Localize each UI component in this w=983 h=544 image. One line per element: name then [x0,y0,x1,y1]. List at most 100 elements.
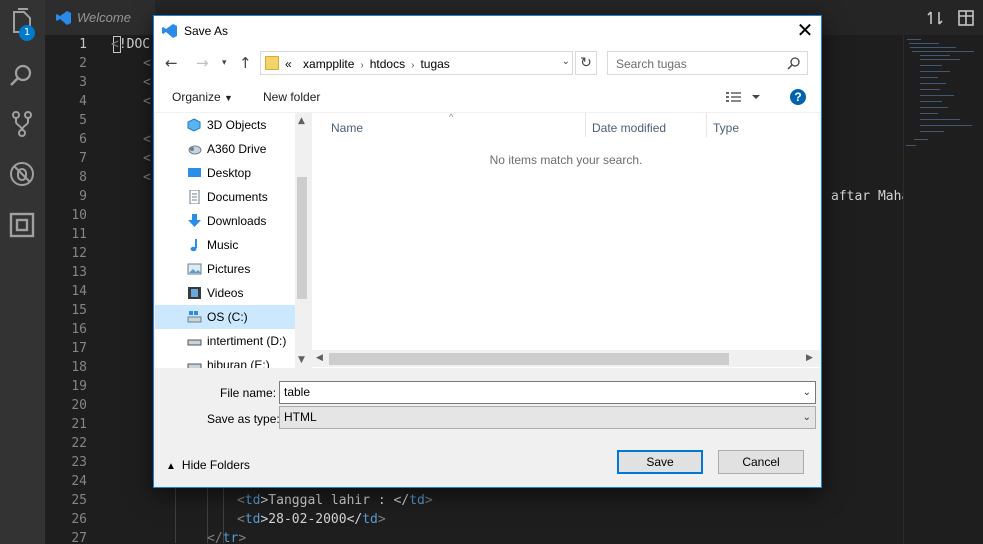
refresh-button[interactable]: ↻ [575,51,597,75]
line-number: 8 [79,170,87,185]
debug-icon[interactable] [8,160,36,188]
code-line-26: <td>28-02-2000</td> [237,512,386,527]
new-folder-button[interactable]: New folder [263,90,320,104]
breadcrumb-xampplite[interactable]: xampplite [303,57,354,71]
navigation-bar: ← → ▾ ↑ « xampplite › htdocs › tugas ⌄ ↻ Sea… [154,46,821,80]
code-line-8: < [143,170,151,185]
folder-icon [265,56,279,70]
code-line-6: < [143,132,151,147]
line-number: 20 [71,398,87,413]
nav-item-3d-objects[interactable]: 3D Objects [155,113,295,137]
save-as-type-select[interactable]: HTML ⌄ [279,406,816,429]
back-arrow-icon[interactable]: ← [165,54,178,72]
line-number: 25 [71,493,87,508]
recent-locations-chevron-icon[interactable]: ▾ [222,58,227,68]
line-number: 19 [71,379,87,394]
nav-pane-scroll-thumb[interactable] [297,177,307,299]
tab-label: Welcome [77,10,131,25]
music-icon [190,239,197,252]
code-line-2: < [143,56,151,71]
column-separator[interactable] [706,113,707,137]
column-header-type[interactable]: Type [713,121,739,135]
pictures-icon [187,263,202,275]
tab-welcome[interactable]: Welcome [45,0,155,35]
search-input[interactable]: Search tugas [607,51,808,75]
help-icon[interactable]: ? [790,89,806,105]
save-type-dropdown-chevron-icon[interactable]: ⌄ [803,407,811,428]
nav-item-desktop[interactable]: Desktop [155,161,295,185]
nav-item-a360-drive[interactable]: A360 Drive [155,137,295,161]
hide-folders-toggle[interactable]: ▲ Hide Folders [166,458,250,472]
minimap[interactable] [903,35,983,544]
nav-item-pictures[interactable]: Pictures [155,257,295,281]
nav-item-videos[interactable]: Videos [155,281,295,305]
code-line-27: </tr> [207,531,247,544]
save-as-dialog: Save As ✕ ← → ▾ ↑ « xampplite › htdocs › tug… [153,15,822,488]
line-number-gutter: 1 2 3 4 5 6 7 8 9 10 11 12 13 14 15 16 17 18 19 20 21 22 23 24 2… [45,35,105,544]
editor-actions[interactable] [927,9,975,27]
cancel-button[interactable]: Cancel [718,450,804,474]
nav-item-downloads[interactable]: Downloads [155,209,295,233]
scroll-left-chevron-icon[interactable]: ◀ [316,353,323,363]
line-number: 3 [79,75,87,90]
breadcrumb-htdocs[interactable]: htdocs [370,57,405,71]
source-control-icon[interactable] [8,110,36,138]
line-number: 17 [71,341,87,356]
nav-item-intertiment-d[interactable]: intertiment (D:) [155,329,295,353]
line-number: 15 [71,303,87,318]
line-number: 18 [71,360,87,375]
line-number: 14 [71,284,87,299]
vscode-logo-icon [56,11,71,25]
scroll-up-chevron-icon[interactable]: ▲ [298,116,305,126]
column-header-name[interactable]: Name [331,121,363,135]
dialog-title: Save As [184,24,229,38]
nav-pane-scrollbar[interactable]: ▲ ▼ [295,113,309,368]
dialog-titlebar[interactable]: Save As ✕ [154,16,821,46]
line-number: 26 [71,512,87,527]
horizontal-scroll-thumb[interactable] [329,353,729,365]
file-name-field[interactable]: table ⌄ [279,381,816,404]
line-number: 24 [71,474,87,489]
up-arrow-icon[interactable]: ↑ [239,54,252,72]
line-number: 13 [71,265,87,280]
view-options-icon[interactable] [726,91,766,103]
scroll-down-chevron-icon[interactable]: ▼ [298,355,305,365]
nav-item-music[interactable]: Music [155,233,295,257]
address-dropdown-chevron-icon[interactable]: ⌄ [562,56,570,67]
nav-item-hiburan-e[interactable]: hiburan (E:) [155,353,295,368]
line-number: 9 [79,189,87,204]
search-icon[interactable] [8,62,36,90]
nav-item-os-c[interactable]: OS (C:) [155,305,295,329]
save-button[interactable]: Save [617,450,703,474]
breadcrumb: « xampplite › htdocs › tugas [285,57,450,71]
empty-message: No items match your search. [489,153,643,167]
drive-icon [187,339,202,346]
line-number: 10 [71,208,87,223]
vscode-window: 1 Welcome 1 2 3 4 5 6 7 8 9 10 11 12 13 … [0,0,983,544]
navigation-pane: 3D Objects A360 Drive Desktop Documents … [155,113,309,368]
extensions-icon[interactable] [8,211,36,239]
file-list[interactable]: ^ Name Date modified Type No items match… [312,112,820,368]
file-name-dropdown-chevron-icon[interactable]: ⌄ [803,382,811,403]
forward-arrow-icon[interactable]: → [196,54,209,72]
nav-item-documents[interactable]: Documents [155,185,295,209]
breadcrumb-prefix[interactable]: « [285,57,292,71]
save-as-type-label: Save as type: [207,412,280,426]
scroll-right-chevron-icon[interactable]: ▶ [806,353,813,363]
column-separator[interactable] [585,113,586,137]
code-line-25: <td>Tanggal lahir : </td> [237,493,433,508]
line-number: 11 [71,227,87,242]
file-name-label: File name: [220,386,277,400]
address-bar[interactable]: « xampplite › htdocs › tugas ⌄ [260,51,573,75]
close-button[interactable]: ✕ [789,16,821,46]
column-header-date-modified[interactable]: Date modified [592,121,666,135]
line-number: 22 [71,436,87,451]
drive-c-icon [187,311,202,323]
organize-button[interactable]: Organize ▼ [172,90,233,104]
search-icon [787,57,800,70]
breadcrumb-tugas[interactable]: tugas [420,57,449,71]
line-number: 5 [79,113,87,128]
code-line-1: <!DOC [111,37,151,52]
dialog-toolbar: Organize ▼ New folder ? [154,80,821,113]
file-list-horizontal-scrollbar[interactable]: ◀ ▶ [312,350,820,367]
